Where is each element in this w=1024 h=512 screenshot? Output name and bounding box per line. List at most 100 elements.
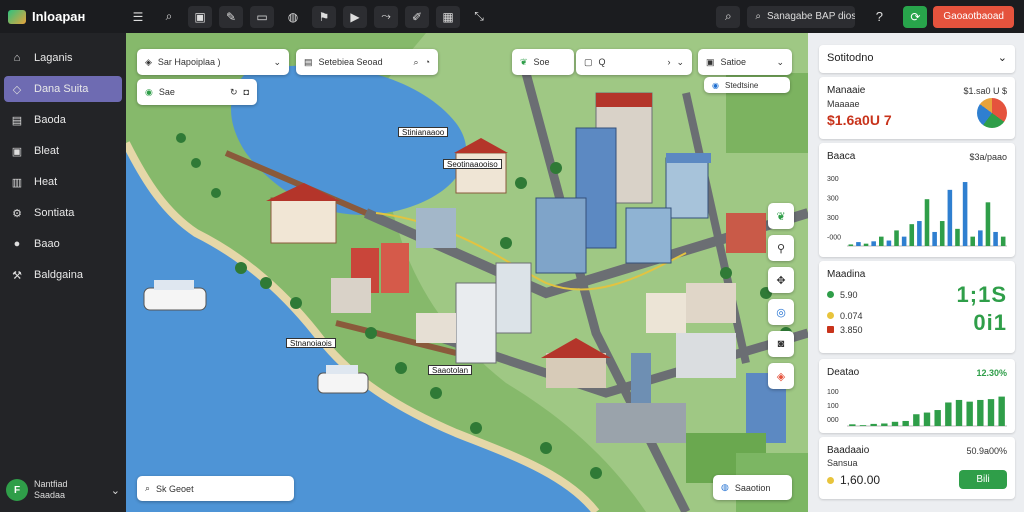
sidebar-item-6[interactable]: ● Baao xyxy=(4,231,122,257)
sidebar-item-3[interactable]: ▣ Bleat xyxy=(4,138,122,164)
menu-icon[interactable]: ☰ xyxy=(126,6,150,28)
locate-tool-icon[interactable]: ◎ xyxy=(768,299,794,325)
chart1-bar xyxy=(1000,236,1006,246)
card2-title: Baaca xyxy=(827,151,856,162)
leaf-tool-icon[interactable]: ❦ xyxy=(768,203,794,229)
chart2-bar xyxy=(849,424,856,426)
chart1-bar xyxy=(955,228,960,246)
map-bottom-chip[interactable]: ◍ Saaotion xyxy=(713,475,792,500)
search-icon: ⌕ xyxy=(413,56,419,67)
chart1-bar xyxy=(871,241,876,246)
chart2-bar xyxy=(998,396,1005,426)
map-time-dropdown[interactable]: ▢ Q › ⌄ xyxy=(576,49,692,75)
red-dot-icon xyxy=(827,326,834,333)
chevron-down-icon: ⌄ xyxy=(776,56,784,67)
chart2-bar xyxy=(923,412,931,426)
pin-tool-icon[interactable]: ⚲ xyxy=(768,235,794,261)
chart1-bar xyxy=(932,231,937,246)
leaf-icon: ❦ xyxy=(520,56,528,67)
chart1-bar xyxy=(924,199,930,246)
chart2-tick-label: 000 xyxy=(827,417,839,424)
sidebar-item-0[interactable]: ⌂ Laganis xyxy=(4,45,122,71)
map-view-chip[interactable]: ❦ Soe xyxy=(512,49,574,75)
card1-value: $1.6a0U 7 xyxy=(827,112,892,128)
circle-icon: ◉ xyxy=(145,86,153,97)
top-bar: Inloapaн ☰ ⌕ ▣ ✎ ▭ ◍ ⚑ ▶ ⤳ ✐ ▦ ⤡ ⌕ ⌕ San… xyxy=(0,0,1024,33)
chart1-bar xyxy=(970,236,975,246)
panel-title: Sotitodno xyxy=(827,51,874,64)
map-bottom-search[interactable]: ⌕ Sk Geoet xyxy=(137,476,294,501)
app-brand[interactable]: Inloapaн xyxy=(0,9,126,24)
card5-button[interactable]: Bili xyxy=(959,470,1007,489)
sidebar-item-2[interactable]: ▤ Baoda xyxy=(4,107,122,133)
layers-icon: ◇ xyxy=(12,83,22,96)
sidebar-item-1[interactable]: ◇ Dana Suita xyxy=(4,76,122,102)
draw-icon[interactable]: ✐ xyxy=(405,5,429,28)
globe-icon[interactable]: ◍ xyxy=(281,6,305,28)
chart1-tick-label: 300 xyxy=(827,195,839,202)
card3-title: Maadina xyxy=(827,269,866,280)
map-mode-chip[interactable]: ◉ Sae ↻ ◘ xyxy=(137,79,257,105)
map-filter-dropdown[interactable]: ◈ Sar Hapoiplaa ) ⌄ xyxy=(137,49,289,75)
map-location-search[interactable]: ▤ Setebiea Seoad ⌕ ◔ xyxy=(296,49,438,75)
chart1-bar xyxy=(993,231,998,246)
help-icon[interactable]: ? xyxy=(867,6,891,28)
global-search-icon[interactable]: ⌕ xyxy=(716,5,741,28)
user-profile[interactable]: F Nantfiad Saadaa ⌄ xyxy=(6,476,120,504)
sidebar-item-7[interactable]: ⚒ Baldgaina xyxy=(4,262,122,288)
chart2-bar xyxy=(881,423,888,426)
pan-tool-icon[interactable]: ✥ xyxy=(768,267,794,293)
shield-icon: ◘ xyxy=(243,87,249,97)
layers-icon: ▣ xyxy=(706,56,715,67)
settings-icon: ⚙ xyxy=(12,207,22,220)
pin-icon: ● xyxy=(13,238,21,250)
card3-row3: 3.850 xyxy=(840,325,863,335)
grid-icon[interactable]: ▦ xyxy=(436,5,460,28)
cta-button[interactable]: Gaoaotbaoad xyxy=(933,5,1014,28)
app-name: Inloapaн xyxy=(32,9,86,24)
stat-card-1[interactable]: Manaaie $1.sa0 U $ Maaaae $1.6a0U 7 xyxy=(819,77,1015,139)
chart1-bar xyxy=(962,182,968,246)
map-view[interactable]: ◈ Sar Hapoiplaa ) ⌄ ▤ Setebiea Seoad ⌕ ◔… xyxy=(126,33,808,512)
card5-sub: Sansua xyxy=(827,458,858,468)
share-icon[interactable]: ⟳ xyxy=(903,5,928,28)
calendar-icon: ▢ xyxy=(584,56,593,67)
chart1-bar xyxy=(856,242,861,246)
layers-icon[interactable]: ▣ xyxy=(188,5,212,28)
chart-card-2[interactable]: Deatao 12.30% 100 100 000 xyxy=(819,359,1015,433)
map-label-1: Seotinaaooiso xyxy=(443,159,502,169)
bar-chart-2: 100 100 000 xyxy=(827,389,1007,427)
chart2-tick-label: 100 xyxy=(827,403,839,410)
play-icon[interactable]: ▶ xyxy=(343,5,367,28)
pin-icon[interactable]: ⚑ xyxy=(312,5,336,28)
card3-big: 1;1S xyxy=(956,282,1007,307)
stat-card-3[interactable]: Baadaaio 50.9a00% Sansua 1,60.00 Bili xyxy=(819,437,1015,499)
stat-card-2[interactable]: Maadina 5.90 1;1S 0.074 3.850 0i1 xyxy=(819,261,1015,353)
route-icon[interactable]: ⤳ xyxy=(374,5,398,28)
global-search[interactable]: ⌕ Sanagabe BAP dios xyxy=(747,5,856,28)
ruler-icon[interactable]: ▭ xyxy=(250,5,274,28)
chart1-bar xyxy=(909,224,915,246)
sidebar-item-5[interactable]: ⚙ Sontiata xyxy=(4,200,122,226)
chart1-bar xyxy=(863,243,869,246)
chart2-bar xyxy=(955,399,963,426)
panel-header[interactable]: Sotitodno ⌄ xyxy=(819,45,1015,73)
chart2-bar xyxy=(966,401,973,426)
document-icon: ▤ xyxy=(304,56,313,67)
camera-tool-icon[interactable]: ◙ xyxy=(768,331,794,357)
chart1-bar xyxy=(939,221,945,246)
map-status-chip[interactable]: ◉ Stedtsine xyxy=(704,77,790,93)
chart-icon: ▥ xyxy=(11,176,23,189)
expand-icon[interactable]: ⤡ xyxy=(467,6,491,28)
chart-card-1[interactable]: Baaca $3a/paao 300 300 300 -000 xyxy=(819,143,1015,257)
map-layer-dropdown[interactable]: ▣ Satioe ⌄ xyxy=(698,49,792,75)
map-label-3: Saaotolan xyxy=(428,365,473,375)
search-icon[interactable]: ⌕ xyxy=(157,6,181,28)
sidebar-item-4[interactable]: ▥ Heat xyxy=(4,169,122,195)
chart1-bar xyxy=(848,244,854,246)
chart1-bar xyxy=(901,236,907,246)
chart1-bar xyxy=(879,236,884,246)
chevron-down-icon: ⌄ xyxy=(997,52,1007,64)
layers-tool-icon[interactable]: ◈ xyxy=(768,363,794,389)
pen-icon[interactable]: ✎ xyxy=(219,5,243,28)
